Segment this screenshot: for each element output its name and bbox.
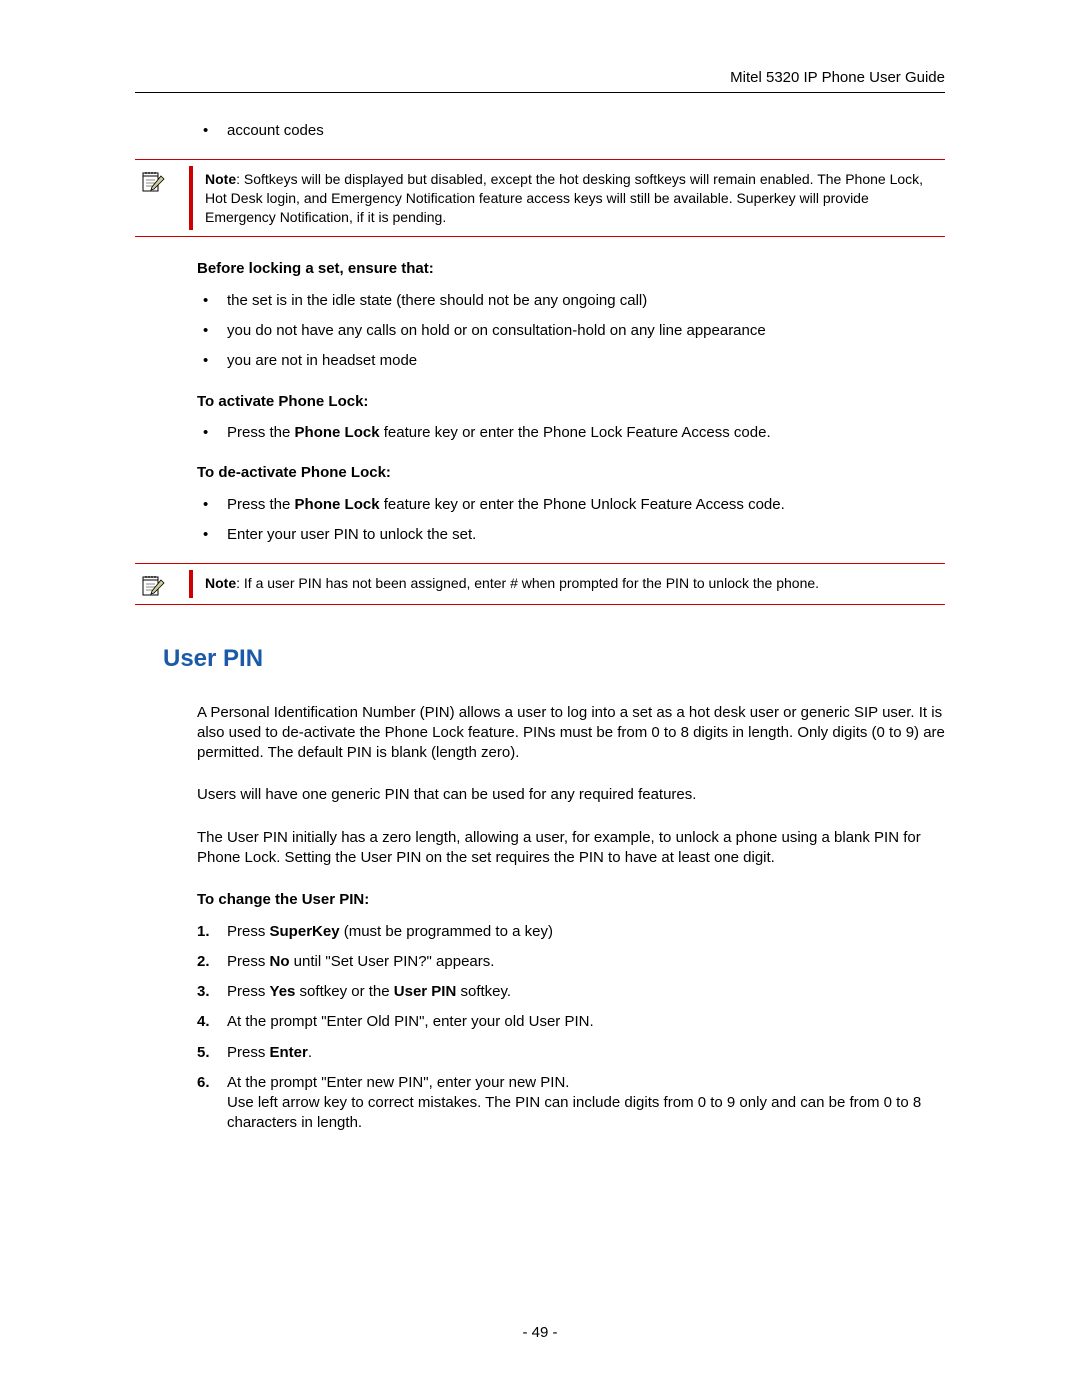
list-item: Press the Phone Lock feature key or ente… (197, 423, 945, 443)
bold-text: User PIN (394, 983, 457, 1000)
list-item: Press the Phone Lock feature key or ente… (197, 495, 945, 515)
notepad-pencil-icon (141, 170, 165, 194)
bold-text: Yes (270, 983, 296, 1000)
text: At the prompt "Enter new PIN", enter you… (227, 1074, 569, 1091)
note-icon (135, 166, 189, 231)
list-item: the set is in the idle state (there shou… (197, 291, 945, 311)
bullet-list: the set is in the idle state (there shou… (197, 291, 945, 372)
text: Press (227, 983, 270, 1000)
step-item: Press Enter. (197, 1043, 945, 1063)
bullet-list-top: account codes (197, 121, 945, 141)
paragraph: Users will have one generic PIN that can… (197, 785, 945, 805)
document-page: Mitel 5320 IP Phone User Guide account c… (0, 0, 1080, 1397)
list-item: you do not have any calls on hold or on … (197, 321, 945, 341)
text: . (308, 1044, 312, 1061)
note-body: : If a user PIN has not been assigned, e… (236, 575, 819, 591)
note-text: Note: If a user PIN has not been assigne… (193, 570, 827, 598)
text: until "Set User PIN?" appears. (290, 953, 495, 970)
notepad-pencil-icon (141, 574, 165, 598)
note-prefix: Note (205, 171, 236, 187)
step-item: Press SuperKey (must be programmed to a … (197, 922, 945, 942)
paragraph: The User PIN initially has a zero length… (197, 828, 945, 869)
text: Use left arrow key to correct mistakes. … (227, 1094, 921, 1131)
text: Press (227, 1044, 270, 1061)
step-item: Press Yes softkey or the User PIN softke… (197, 982, 945, 1002)
bold-text: No (270, 953, 290, 970)
note-text: Note: Softkeys will be displayed but dis… (193, 166, 945, 231)
bold-text: Enter (270, 1044, 308, 1061)
page-content: account codes Note: Softk (197, 121, 945, 1134)
bullet-list: Press the Phone Lock feature key or ente… (197, 495, 945, 546)
ordered-steps: Press SuperKey (must be programmed to a … (197, 922, 945, 1134)
header-title: Mitel 5320 IP Phone User Guide (135, 68, 945, 88)
note-icon (135, 570, 189, 598)
bold-text: Phone Lock (295, 496, 380, 513)
bullet-list: Press the Phone Lock feature key or ente… (197, 423, 945, 443)
sub-heading: To change the User PIN: (197, 890, 945, 910)
text: feature key or enter the Phone Unlock Fe… (380, 496, 785, 513)
paragraph: A Personal Identification Number (PIN) a… (197, 703, 945, 764)
text: (must be programmed to a key) (340, 923, 553, 940)
list-item: you are not in headset mode (197, 351, 945, 371)
text: Press the (227, 424, 295, 441)
note-prefix: Note (205, 575, 236, 591)
list-item: Enter your user PIN to unlock the set. (197, 525, 945, 545)
text: softkey or the (295, 983, 393, 1000)
text: Press (227, 953, 270, 970)
text: Press (227, 923, 270, 940)
step-item: At the prompt "Enter new PIN", enter you… (197, 1073, 945, 1134)
header-rule: Mitel 5320 IP Phone User Guide (135, 68, 945, 93)
bold-text: Phone Lock (295, 424, 380, 441)
list-item: account codes (197, 121, 945, 141)
page-number: - 49 - (0, 1323, 1080, 1343)
text: softkey. (456, 983, 511, 1000)
sub-heading: To activate Phone Lock: (197, 392, 945, 412)
bold-text: SuperKey (270, 923, 340, 940)
note-box: Note: Softkeys will be displayed but dis… (135, 159, 945, 238)
step-item: At the prompt "Enter Old PIN", enter you… (197, 1012, 945, 1032)
sub-heading: Before locking a set, ensure that: (197, 259, 945, 279)
step-item: Press No until "Set User PIN?" appears. (197, 952, 945, 972)
note-box: Note: If a user PIN has not been assigne… (135, 563, 945, 605)
note-body: : Softkeys will be displayed but disable… (205, 171, 923, 225)
section-title: User PIN (163, 643, 945, 674)
text: Press the (227, 496, 295, 513)
sub-heading: To de-activate Phone Lock: (197, 463, 945, 483)
text: feature key or enter the Phone Lock Feat… (380, 424, 771, 441)
